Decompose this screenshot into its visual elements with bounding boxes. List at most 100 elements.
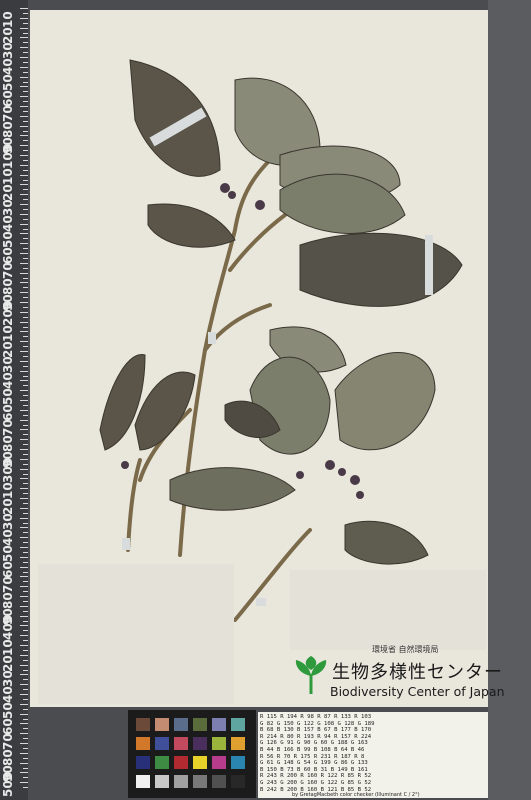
ruler-tick — [23, 22, 28, 24]
ruler-tick — [20, 86, 28, 88]
color-swatch — [231, 737, 245, 750]
ruler-label: 70 — [1, 733, 15, 751]
color-swatch — [212, 718, 226, 731]
ruler-tick — [23, 649, 28, 651]
ruler-tick — [20, 311, 28, 313]
ruler-tick — [23, 130, 28, 132]
ruler-label: 50 — [1, 388, 15, 405]
ruler-tick — [23, 630, 28, 632]
ruler-tick — [20, 253, 28, 254]
ruler-label: 40 — [1, 686, 15, 704]
ruler-tick — [20, 321, 28, 323]
ruler-tick — [23, 42, 28, 44]
ruler-tick — [23, 169, 28, 171]
ruler-tick — [23, 287, 28, 289]
ruler-tick — [20, 380, 28, 382]
ruler-tick — [20, 223, 28, 225]
ruler-label: 10 — [1, 11, 15, 28]
ruler-tick — [20, 723, 28, 725]
color-swatch — [212, 775, 226, 788]
ruler-label: 60 — [1, 403, 15, 421]
ruler-tick — [20, 370, 28, 372]
ruler-tick — [20, 262, 28, 264]
ruler-label: 30 — [1, 356, 15, 374]
ruler-label: 70 — [1, 419, 15, 437]
ruler-tick — [23, 620, 28, 622]
ruler-tick — [23, 150, 28, 152]
color-swatch — [212, 756, 226, 769]
ruler-tick — [20, 341, 28, 343]
ruler-label: 50 — [1, 545, 15, 562]
color-swatch — [136, 718, 150, 731]
ruler-tick — [23, 679, 28, 681]
ruler-tick — [20, 145, 28, 147]
table-row: R 214 R 80 R 193 R 94 R 157 R 224 — [260, 733, 372, 740]
ruler-tick — [23, 551, 28, 553]
ruler-tick — [23, 404, 28, 406]
ruler-tick — [20, 66, 28, 68]
color-swatch — [136, 775, 150, 788]
ruler-tick — [23, 375, 28, 377]
color-swatch — [193, 737, 207, 750]
ruler-tick — [20, 576, 28, 578]
color-swatch — [174, 737, 188, 750]
ruler-label: 200 — [1, 301, 15, 327]
ruler-tick — [23, 179, 28, 181]
ruler-label: 20 — [1, 654, 15, 672]
ruler-label: 50 — [1, 74, 15, 91]
ruler-label: 400 — [1, 615, 15, 641]
table-row: G 82 G 150 G 122 G 108 G 128 G 189 — [260, 720, 375, 727]
ruler-tick — [20, 694, 28, 695]
ruler-tick — [23, 669, 28, 671]
ruler-tick — [20, 302, 28, 303]
ruler-tick — [20, 674, 28, 676]
leaf-logo-icon — [295, 656, 327, 694]
ruler-tick — [20, 478, 28, 480]
ruler-tick — [23, 189, 28, 191]
ruler-tick — [23, 600, 28, 602]
org-name-english: Biodiversity Center of Japan — [330, 684, 505, 699]
color-swatch — [174, 756, 188, 769]
ruler-tick — [23, 248, 28, 250]
ruler-tick — [23, 355, 28, 357]
ruler-tick — [20, 615, 28, 617]
ruler-tick — [23, 326, 28, 328]
ruler-tick — [23, 718, 28, 720]
ruler-tick — [23, 277, 28, 279]
ruler-label: 20 — [1, 497, 15, 515]
blank-label-left — [38, 564, 234, 704]
ruler-tick — [20, 272, 28, 274]
ruler-tick — [20, 419, 28, 421]
ruler-tick — [20, 605, 28, 607]
ruler-label: 40 — [1, 372, 15, 390]
ruler-label: 80 — [1, 749, 15, 766]
color-swatch — [231, 718, 245, 731]
color-swatch — [193, 756, 207, 769]
ruler-tick — [20, 439, 28, 441]
ruler-tick — [23, 738, 28, 740]
ruler-tick — [20, 772, 28, 774]
color-swatch — [136, 737, 150, 750]
ruler-tick — [23, 728, 28, 730]
ruler-tick — [20, 360, 28, 362]
ruler-tick — [23, 502, 28, 504]
table-row: R 115 R 194 R 98 R 87 R 133 R 103 — [260, 714, 372, 720]
ruler-label: 20 — [1, 183, 15, 201]
ruler-tick — [23, 110, 28, 112]
ruler-tick — [23, 238, 28, 240]
table-row: B 150 B 73 B 60 B 31 B 149 B 161 — [260, 766, 368, 773]
ruler-label: 60 — [1, 717, 15, 735]
ruler-tick — [20, 37, 28, 39]
ruler-tick — [20, 47, 28, 49]
ruler-tick — [23, 708, 28, 710]
ruler-tick — [23, 395, 28, 397]
ruler-tick — [23, 297, 28, 299]
ruler-label: 40 — [1, 215, 15, 233]
ruler-label: 30 — [1, 670, 15, 688]
ruler-tick — [20, 507, 28, 509]
ruler-tick — [20, 115, 28, 117]
ruler-tick — [23, 561, 28, 563]
biodiversity-center-logo: 環境省 自然環境局 生物多様性センター Biodiversity Center … — [290, 645, 505, 702]
color-swatch — [155, 737, 169, 750]
ruler-tick — [20, 752, 28, 754]
